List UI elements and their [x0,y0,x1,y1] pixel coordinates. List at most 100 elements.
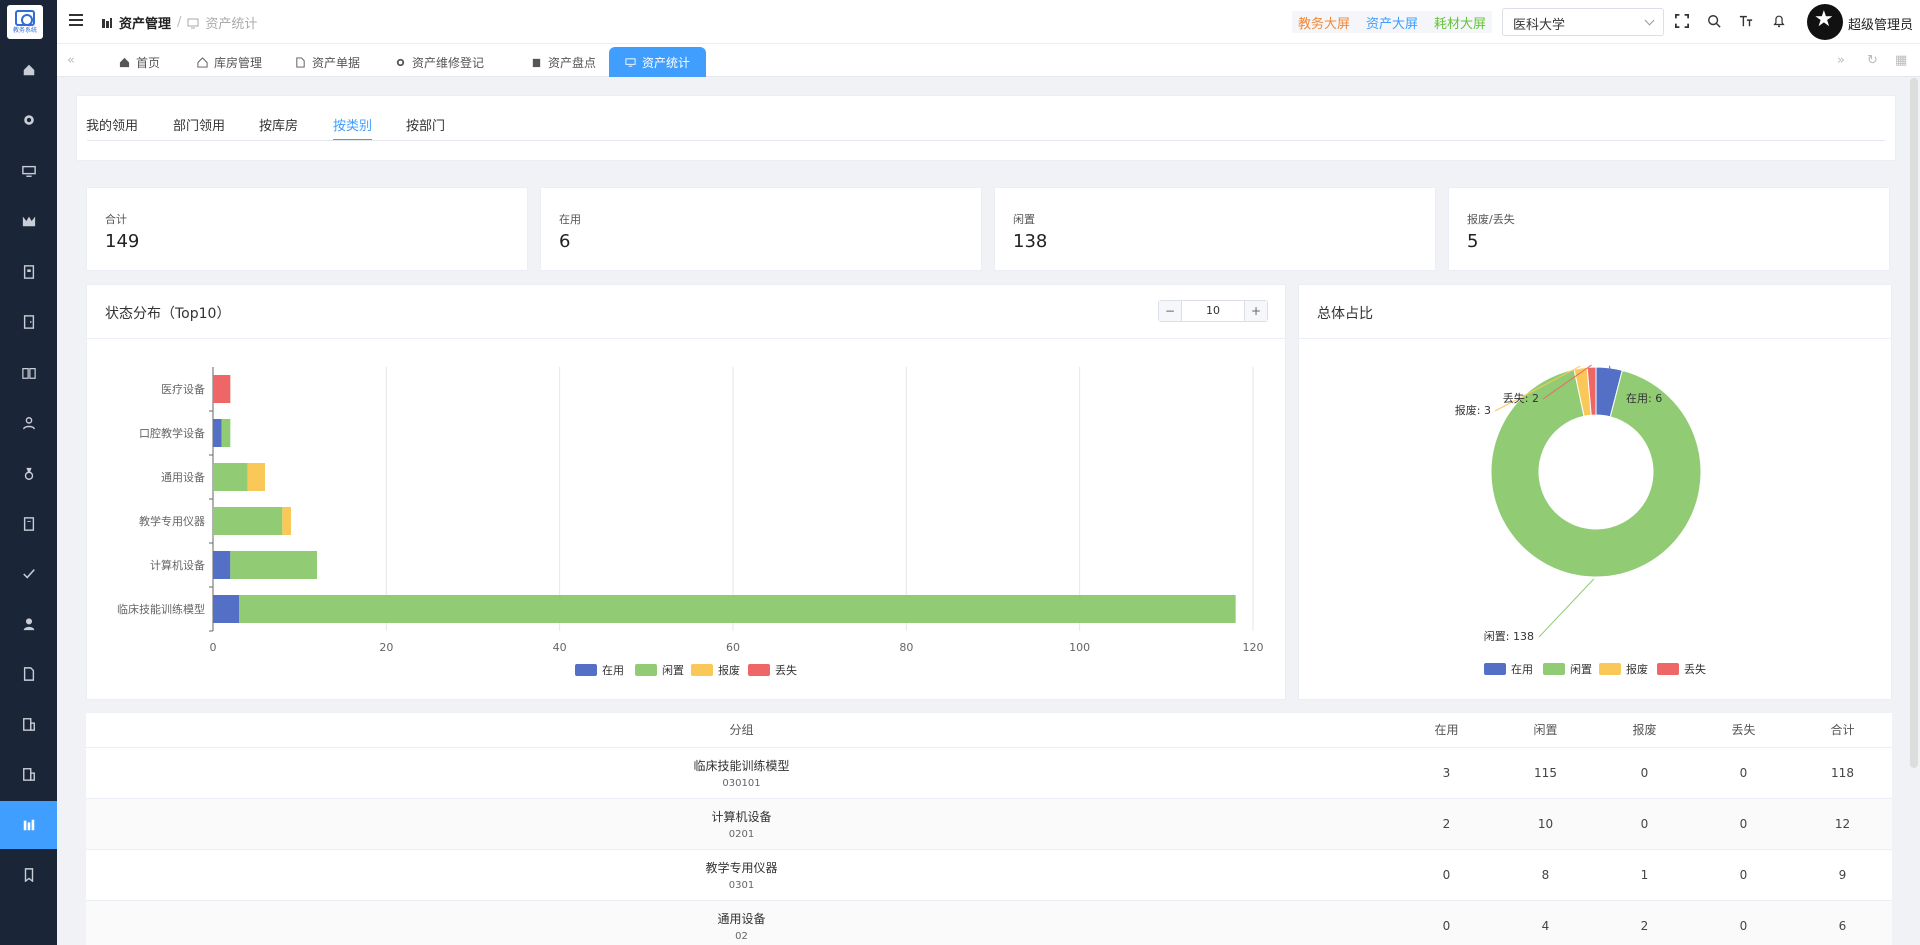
sidebar-item[interactable] [0,550,57,598]
legend-label[interactable]: 报废 [1626,662,1648,676]
legend-swatch[interactable] [1543,663,1565,675]
sidebar-item[interactable] [0,750,57,798]
stat-value: 6 [559,231,571,252]
bar-segment[interactable] [239,595,1236,623]
tab-item[interactable]: 首页 [103,47,176,77]
category-tab[interactable]: 部门领用 [173,115,225,134]
ratio-donut-chart: 在用: 6 闲置: 138 报废: 3 丢失: 2 在用 闲置 报废 丢失 [1455,364,1706,676]
legend-swatch[interactable] [635,664,657,676]
sidebar-item[interactable] [0,96,57,144]
font-size-icon[interactable] [1738,13,1754,29]
table-row[interactable]: 临床技能训练模型 030101 3 115 0 0 118 [86,747,1892,799]
link-edu-screen[interactable]: 教务大屏 [1298,13,1350,32]
legend-label[interactable]: 报废 [718,663,740,677]
sidebar-item[interactable] [0,46,57,94]
legend-swatch[interactable] [691,664,713,676]
category-tab[interactable]: 我的领用 [86,115,138,134]
sidebar-item[interactable] [0,197,57,245]
org-select-value: 医科大学 [1513,18,1566,33]
legend-swatch[interactable] [748,664,770,676]
tabs-scroll-left-icon[interactable]: « [67,53,75,68]
category-tab[interactable]: 按部门 [406,115,445,134]
refresh-icon[interactable]: ↻ [1867,53,1878,68]
sidebar-item[interactable] [0,600,57,648]
sidebar-item[interactable] [0,700,57,748]
document-icon [296,56,305,68]
col-header: 合计 [1793,713,1892,748]
sidebar-item[interactable] [0,801,57,849]
app-logo[interactable]: 教务系统 [7,5,43,39]
slice-label: 报废: 3 [1455,403,1491,417]
top-n-stepper[interactable]: − 10 + [1158,300,1268,322]
fullscreen-icon[interactable] [1674,13,1690,29]
tab-item[interactable]: 资产维修登记 [379,47,500,77]
menu-toggle-icon[interactable] [69,14,83,26]
asset-stat-icon [102,17,112,28]
plus-icon[interactable]: + [1245,301,1267,321]
legend-swatch[interactable] [575,664,597,676]
legend-swatch[interactable] [1599,663,1621,675]
bar-segment[interactable] [282,507,291,535]
legend-label[interactable]: 在用 [1511,663,1533,676]
x-tick-label: 120 [1243,641,1264,654]
bar-segment[interactable] [230,551,317,579]
legend-label[interactable]: 丢失 [775,664,797,677]
bar-segment[interactable] [213,375,231,403]
legend-label[interactable]: 在用 [602,664,624,677]
category-tab[interactable]: 按类别 [333,115,373,141]
logo-icon [15,10,35,26]
avatar[interactable] [1807,4,1843,40]
bar-segment[interactable] [213,419,222,447]
stepper-value[interactable]: 10 [1181,301,1245,321]
search-icon[interactable] [1706,13,1722,29]
table-row[interactable]: 教学专用仪器 0301 0 8 1 0 9 [86,849,1892,901]
y-tick-label: 口腔教学设备 [139,426,205,440]
stat-value: 149 [105,231,140,252]
sidebar-item[interactable] [0,450,57,498]
link-asset-screen[interactable]: 资产大屏 [1366,13,1418,32]
chevron-down-icon [1644,15,1655,26]
tab-item[interactable]: 资产单据 [279,47,376,77]
bar-segment[interactable] [213,551,231,579]
sidebar-item[interactable] [0,147,57,195]
bar-segment[interactable] [213,507,283,535]
bar-segment[interactable] [213,595,239,623]
minus-icon[interactable]: − [1159,301,1181,321]
org-select[interactable]: 医科大学 [1502,8,1664,36]
sidebar-item[interactable] [0,650,57,698]
sidebar-item[interactable] [0,349,57,397]
sidebar-item[interactable] [0,248,57,296]
sidebar-item[interactable] [0,399,57,447]
tab-item[interactable]: 库房管理 [181,47,278,77]
group-cell: 教学专用仪器 0301 [86,849,1397,901]
sidebar-item[interactable] [0,298,57,346]
screen-links: 教务大屏 资产大屏 耗材大屏 [1292,11,1493,33]
sidebar-item[interactable] [0,500,57,548]
table-row[interactable]: 计算机设备 0201 2 10 0 0 12 [86,798,1892,850]
monitor-icon [187,18,199,28]
bar-segment[interactable] [247,463,265,491]
legend-label[interactable]: 丢失 [1684,663,1706,676]
tab-label: 首页 [136,55,161,70]
bell-icon[interactable] [1771,13,1787,29]
tab-item[interactable]: 资产盘点 [515,47,612,77]
table-row[interactable]: 通用设备 02 0 4 2 0 6 [86,900,1892,945]
breadcrumb-item[interactable]: 资产管理 [119,13,171,32]
bar-segment[interactable] [213,463,248,491]
category-tab[interactable]: 按库房 [259,115,298,134]
group-name: 教学专用仪器 [705,860,778,875]
tabs-scroll-right-icon[interactable]: » [1837,53,1845,68]
door-icon [23,315,34,329]
legend-label[interactable]: 闲置 [662,663,684,677]
page-scrollbar[interactable] [1910,78,1918,768]
link-consumable-screen[interactable]: 耗材大屏 [1434,13,1486,32]
tab-item[interactable]: 资产统计 [609,47,707,77]
legend-label[interactable]: 闲置 [1570,662,1592,676]
grid-menu-icon[interactable]: ▦ [1895,53,1907,68]
user-name[interactable]: 超级管理员 [1848,14,1913,33]
gear-icon [396,58,405,66]
legend-swatch[interactable] [1657,663,1679,675]
sidebar-item[interactable] [0,851,57,899]
legend-swatch[interactable] [1484,663,1506,675]
bar-segment[interactable] [221,419,231,447]
